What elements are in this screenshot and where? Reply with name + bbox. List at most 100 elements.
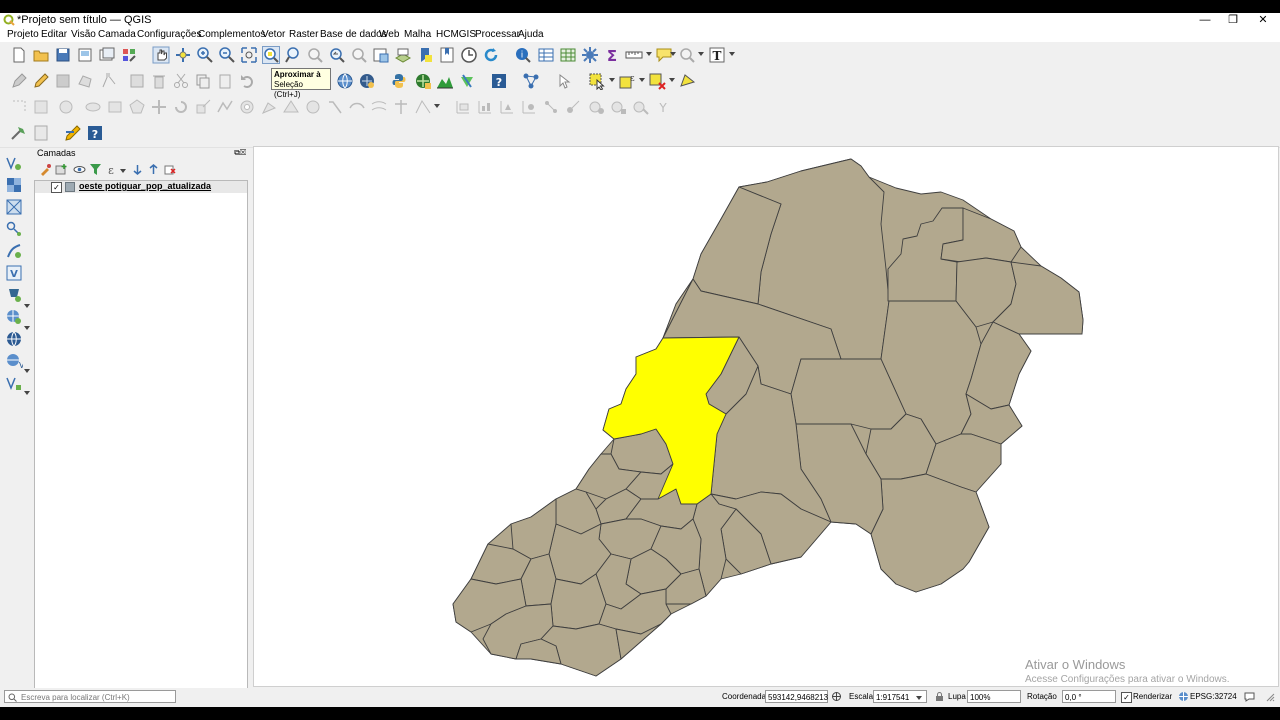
map-canvas[interactable]: [253, 146, 1279, 687]
zoom-out-icon[interactable]: [218, 46, 236, 64]
zoom-to-layer-icon[interactable]: [284, 46, 302, 64]
add-wcs-dropdown-icon[interactable]: [24, 369, 30, 373]
add-wms-layer-icon[interactable]: [5, 308, 23, 326]
rotate-feature-icon[interactable]: [172, 98, 190, 116]
offset-curve-icon[interactable]: [370, 98, 388, 116]
crs-globe-icon[interactable]: [1178, 691, 1189, 702]
paste-features-icon[interactable]: [216, 72, 234, 90]
select-features-dropdown-icon[interactable]: [609, 78, 615, 82]
new-print-layout-icon[interactable]: [76, 46, 94, 64]
menu-hcmgis[interactable]: HCMGIS: [436, 29, 476, 40]
shape-digitizing-icon[interactable]: [32, 98, 50, 116]
add-vector-layer-icon[interactable]: [5, 154, 23, 172]
crs-label[interactable]: EPSG:32724: [1190, 692, 1237, 701]
coordinate-field[interactable]: 593142,9468213: [765, 690, 828, 703]
python-console-icon[interactable]: [390, 72, 408, 90]
menu-complementos[interactable]: Complementos: [198, 29, 265, 40]
manage-visibility-icon[interactable]: [73, 163, 86, 176]
simplify-feature-icon[interactable]: [216, 98, 234, 116]
deselect-dropdown-icon[interactable]: [669, 78, 675, 82]
split-parts-icon[interactable]: [414, 98, 432, 116]
annotation-dropdown-icon[interactable]: [729, 52, 735, 56]
undo-icon[interactable]: [238, 72, 256, 90]
add-gps-layer-icon[interactable]: [5, 242, 23, 260]
split-features-icon[interactable]: [392, 98, 410, 116]
add-polygon-icon[interactable]: [76, 72, 94, 90]
zoom-native-icon[interactable]: [306, 46, 324, 64]
label-tool-4-icon[interactable]: Y: [654, 98, 672, 116]
layer-name[interactable]: oeste potiguar_pop_atualizada: [79, 181, 211, 191]
menu-processar[interactable]: Processar: [475, 29, 520, 40]
temporal-controller-icon[interactable]: [460, 46, 478, 64]
pan-map-icon[interactable]: [152, 46, 170, 64]
show-bookmarks-icon[interactable]: [438, 46, 456, 64]
deselect-features-icon[interactable]: [648, 72, 666, 90]
layer-item[interactable]: ✓ oeste potiguar_pop_atualizada: [35, 181, 247, 193]
add-postgis-dropdown-icon[interactable]: [24, 304, 30, 308]
reshape-features-icon[interactable]: [348, 98, 366, 116]
trim-extend-icon[interactable]: [564, 98, 582, 116]
split-dropdown-icon[interactable]: [434, 104, 440, 108]
zoom-to-selection-icon[interactable]: [262, 46, 280, 64]
rotation-field[interactable]: 0,0 °: [1062, 690, 1116, 703]
field-calculator-icon[interactable]: Σ: [603, 46, 621, 64]
select-all-features-icon[interactable]: [678, 72, 696, 90]
plugin-pencil-icon[interactable]: [64, 124, 82, 142]
digitize-globe-icon[interactable]: [336, 72, 354, 90]
minimize-button[interactable]: —: [1190, 13, 1220, 28]
text-annotation-icon[interactable]: T: [708, 46, 726, 64]
add-virtual-layer-icon[interactable]: V: [5, 264, 23, 282]
zoom-next-icon[interactable]: [350, 46, 368, 64]
add-postgis-layer-icon[interactable]: [5, 286, 23, 304]
select-by-expression-icon[interactable]: ε: [618, 72, 636, 90]
menu-projeto[interactable]: Projeto: [7, 29, 39, 40]
collapse-all-icon[interactable]: [147, 163, 160, 176]
identify-features-icon[interactable]: i: [514, 46, 532, 64]
open-layer-styling-icon[interactable]: [39, 163, 52, 176]
locator-tool-icon[interactable]: [678, 46, 696, 64]
label-tool-1-icon[interactable]: [588, 98, 606, 116]
menu-malha[interactable]: Malha: [404, 29, 431, 40]
hcmgis-icon[interactable]: [458, 72, 476, 90]
delete-ring-icon[interactable]: [304, 98, 322, 116]
filter-by-expression-icon[interactable]: ε: [105, 163, 118, 177]
add-wcs-layer-icon[interactable]: V: [5, 352, 23, 370]
locator-search-input[interactable]: Escreva para localizar (Ctrl+K): [4, 690, 176, 703]
remove-layer-icon[interactable]: [163, 163, 176, 176]
add-wfs-layer-icon[interactable]: [5, 330, 23, 348]
new-map-view-icon[interactable]: [372, 46, 390, 64]
menu-visao[interactable]: Visão: [71, 29, 96, 40]
render-checkbox[interactable]: ✓: [1121, 692, 1132, 703]
circle-tool-icon[interactable]: [57, 98, 75, 116]
plugin-green-globe-icon[interactable]: [414, 72, 432, 90]
close-button[interactable]: ✕: [1248, 13, 1278, 28]
select-expression-dropdown-icon[interactable]: [639, 78, 645, 82]
menu-ajuda[interactable]: Ajuda: [518, 29, 544, 40]
add-part-icon[interactable]: [260, 98, 278, 116]
offset-point-symbols-icon[interactable]: [520, 98, 538, 116]
profile-tool-icon[interactable]: [436, 72, 454, 90]
map-tips-dropdown-icon[interactable]: [670, 52, 676, 56]
scale-feature-icon[interactable]: [194, 98, 212, 116]
menu-vetor[interactable]: Vetor: [262, 29, 285, 40]
filter-expression-dropdown-icon[interactable]: [120, 169, 126, 173]
add-wms-dropdown-icon[interactable]: [24, 326, 30, 330]
menu-camada[interactable]: Camada: [98, 29, 136, 40]
copy-features-icon[interactable]: [194, 72, 212, 90]
label-tool-3-icon[interactable]: [632, 98, 650, 116]
plugin-help-icon[interactable]: ?: [86, 124, 104, 142]
select-features-icon[interactable]: [588, 72, 606, 90]
menu-raster[interactable]: Raster: [289, 29, 318, 40]
resize-grip-icon[interactable]: [1264, 691, 1275, 702]
menu-web[interactable]: Web: [379, 29, 399, 40]
menu-editar[interactable]: Editar: [41, 29, 67, 40]
add-vector-tile-dropdown-icon[interactable]: [24, 391, 30, 395]
save-edits-icon[interactable]: [54, 72, 72, 90]
cut-features-icon[interactable]: [172, 72, 190, 90]
open-project-icon[interactable]: [32, 46, 50, 64]
pan-to-selection-icon[interactable]: [174, 46, 192, 64]
new-project-icon[interactable]: [10, 46, 28, 64]
add-ring-icon[interactable]: [238, 98, 256, 116]
select-pointer-icon[interactable]: [555, 72, 573, 90]
zoom-full-icon[interactable]: [240, 46, 258, 64]
